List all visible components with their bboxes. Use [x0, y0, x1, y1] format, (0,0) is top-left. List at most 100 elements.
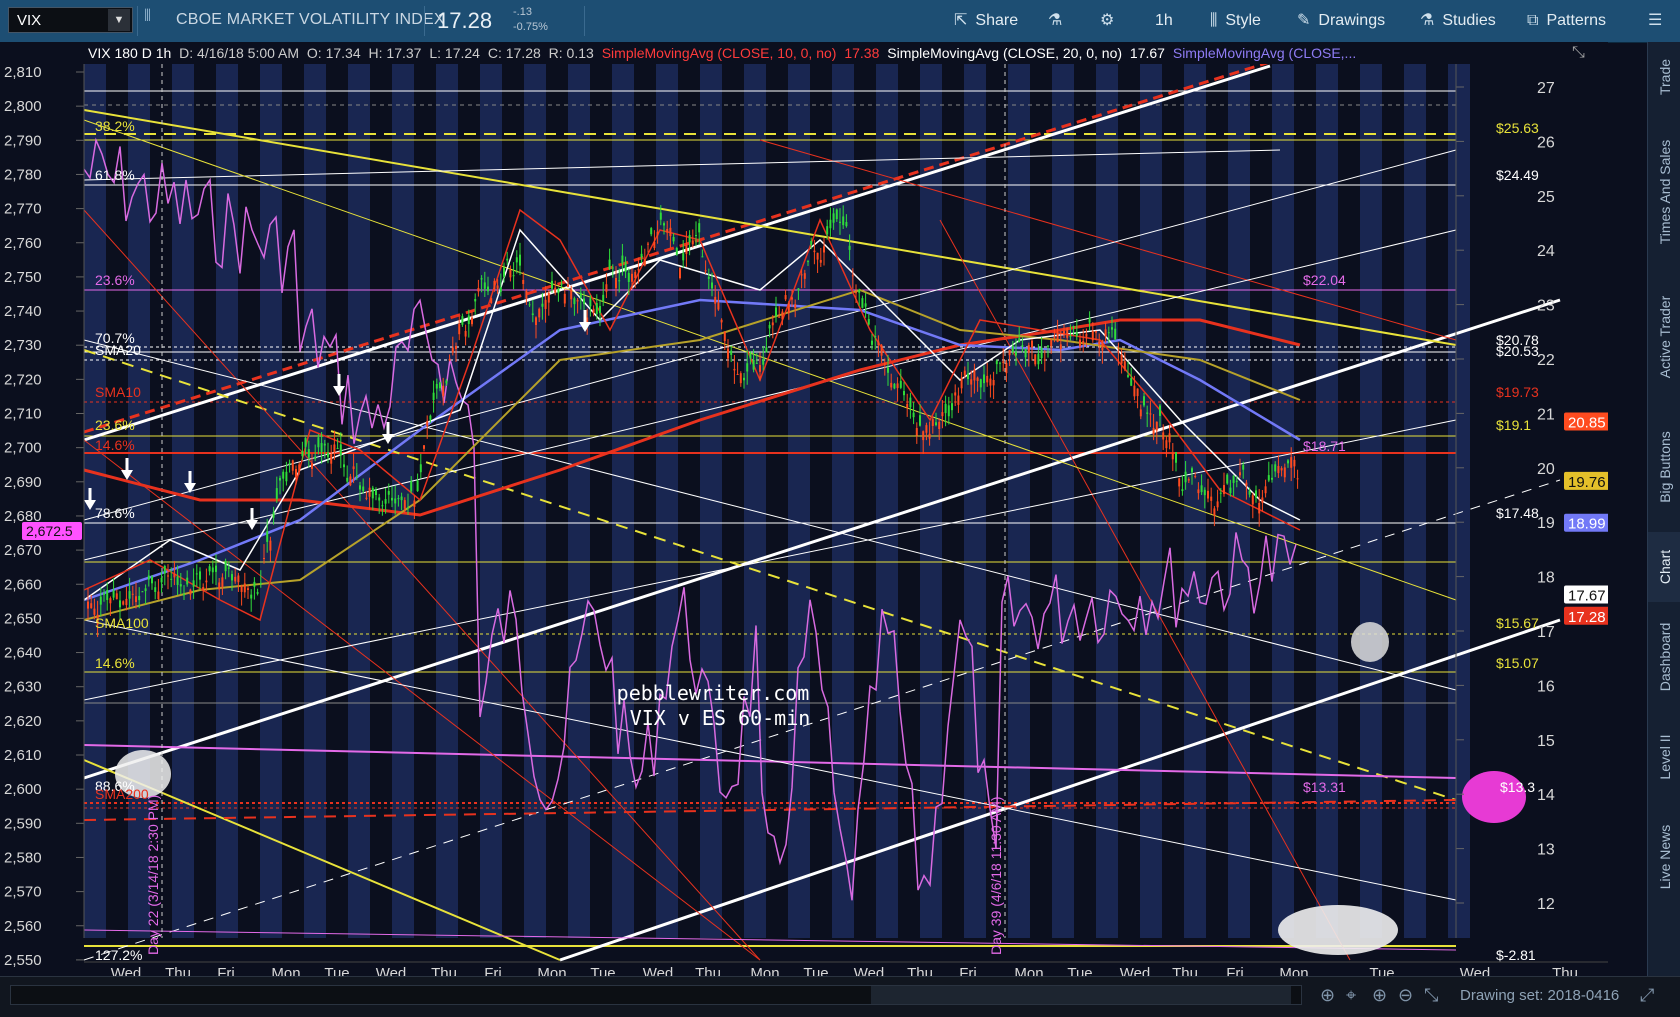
sma-more-study-label[interactable]: SimpleMovingAvg (CLOSE,...	[1173, 45, 1356, 61]
session-band	[1052, 64, 1074, 938]
candle-body	[1136, 388, 1139, 397]
candle-body	[880, 345, 883, 356]
left-axis-label: 2,780	[4, 166, 42, 183]
candle-body	[736, 374, 739, 376]
fib-level-label: 38.2%	[95, 118, 135, 134]
candle-body	[765, 347, 768, 353]
candle-body	[973, 369, 976, 381]
sma20-study-label[interactable]: SimpleMovingAvg (CLOSE, 20, 0, no)	[887, 45, 1122, 61]
candle-body	[842, 216, 845, 226]
candle-body	[1200, 485, 1203, 493]
tab-dashboard[interactable]: Dashboard	[1648, 602, 1680, 712]
time-axis-label: Tue	[590, 965, 615, 976]
candle-body	[903, 391, 905, 396]
menu-button[interactable]: ☰	[1648, 0, 1670, 42]
candle-body	[752, 359, 755, 370]
price-chart[interactable]: pebblewriter.comVIX v ES 60-min Day 22 (3…	[0, 42, 1608, 976]
candle-body	[1015, 351, 1017, 356]
scrollbar-thumb[interactable]	[871, 986, 1291, 1004]
tab-times-and-sales[interactable]: Times And Sales	[1648, 112, 1680, 272]
candle-body	[1194, 476, 1197, 478]
candle-body	[359, 485, 361, 490]
style-button[interactable]: ⫼ Style	[1210, 0, 1261, 42]
candle-body	[730, 350, 733, 355]
sma10-study-label[interactable]: SimpleMovingAvg (CLOSE, 10, 0, no)	[602, 45, 837, 61]
candle-body	[1098, 341, 1101, 345]
share-button[interactable]: ⇱ Share	[954, 0, 1018, 42]
zoom-fit-icon[interactable]: ⊕	[1320, 985, 1335, 1006]
drawings-button[interactable]: ✎ Drawings	[1297, 0, 1385, 42]
price-level-label: $18.71	[1303, 438, 1346, 454]
expand-icon[interactable]: ⤢	[1640, 985, 1654, 1006]
candle-body	[93, 608, 96, 615]
right-axis-label: 21	[1537, 406, 1555, 423]
tab-live-news[interactable]: Live News	[1648, 802, 1680, 912]
tab-chart[interactable]: Chart	[1648, 532, 1680, 602]
candle-body	[1232, 475, 1235, 483]
candle-body	[112, 590, 115, 598]
candle-body	[125, 598, 128, 606]
symbol-dropdown-icon[interactable]: ▼	[108, 9, 130, 31]
right-axis-label: 12	[1537, 896, 1555, 913]
settings-button[interactable]: ⚙	[1100, 0, 1122, 42]
candle-body	[141, 591, 144, 593]
candle-body	[365, 497, 368, 499]
zoom-out-icon[interactable]: ⊖	[1398, 985, 1413, 1006]
candle-body	[419, 464, 422, 473]
candle-body	[1235, 480, 1238, 482]
tab-big-buttons[interactable]: Big Buttons	[1648, 402, 1680, 532]
crosshair-icon[interactable]: ⌖	[1346, 985, 1356, 1006]
candle-body	[1159, 405, 1161, 416]
left-price-marker: 2,672.5	[26, 523, 73, 539]
tab-trade[interactable]: Trade	[1648, 42, 1680, 112]
candle-body	[301, 451, 304, 457]
right-axis-label: 24	[1537, 243, 1555, 260]
left-axis-label: 2,800	[4, 98, 42, 115]
studies-button[interactable]: ⚗ Studies	[1420, 0, 1496, 42]
zoom-in-icon[interactable]: ⊕	[1372, 985, 1387, 1006]
tab-active-trader[interactable]: Active Trader	[1648, 272, 1680, 402]
candle-body	[525, 290, 528, 299]
candle-body	[1143, 396, 1145, 406]
time-axis-label: Wed	[854, 965, 885, 976]
candle-body	[739, 373, 742, 384]
candle-body	[266, 531, 269, 542]
right-axis-label: 25	[1537, 189, 1555, 206]
candle-body	[1152, 427, 1155, 435]
candle-body	[1296, 478, 1299, 480]
tab-level-ii[interactable]: Level II	[1648, 712, 1680, 802]
price-level-label: $20.53	[1496, 343, 1539, 359]
candle-body	[746, 363, 749, 372]
time-scrollbar[interactable]	[10, 985, 1302, 1005]
candle-body	[909, 397, 912, 408]
beaker-button[interactable]: ⚗	[1048, 0, 1070, 42]
link-icon[interactable]: ⦀	[144, 8, 151, 26]
candle-body	[167, 575, 169, 577]
pan-icon[interactable]: ⤡	[1424, 985, 1438, 1006]
candle-body	[519, 254, 521, 266]
candle-body	[186, 577, 189, 585]
candle-body	[349, 476, 352, 486]
candle-body	[1018, 338, 1021, 343]
timeframe-button[interactable]: 1h	[1155, 0, 1173, 42]
candle-body	[1210, 496, 1213, 501]
fib-level-label: 127.2%	[95, 947, 142, 963]
right-axis-label: 15	[1537, 733, 1555, 750]
session-band	[1096, 64, 1118, 938]
price-level-label: $-2.81	[1496, 947, 1536, 963]
patterns-button[interactable]: ⧉ Patterns	[1527, 0, 1606, 42]
candle-body	[675, 248, 678, 255]
left-axis-label: 2,670	[4, 542, 42, 559]
price-level-label: $13.3	[1500, 779, 1535, 795]
left-axis-label: 2,750	[4, 269, 42, 286]
candle-body	[144, 588, 147, 592]
candle-body	[877, 341, 880, 346]
left-axis-label: 2,580	[4, 849, 42, 866]
price-level-label: $15.67	[1496, 615, 1539, 631]
candle-body	[1207, 490, 1209, 499]
candle-body	[1127, 375, 1129, 377]
candle-body	[995, 360, 998, 365]
collapse-icon[interactable]: ⤡	[1572, 44, 1585, 62]
candle-body	[986, 375, 989, 383]
candle-body	[960, 377, 963, 389]
